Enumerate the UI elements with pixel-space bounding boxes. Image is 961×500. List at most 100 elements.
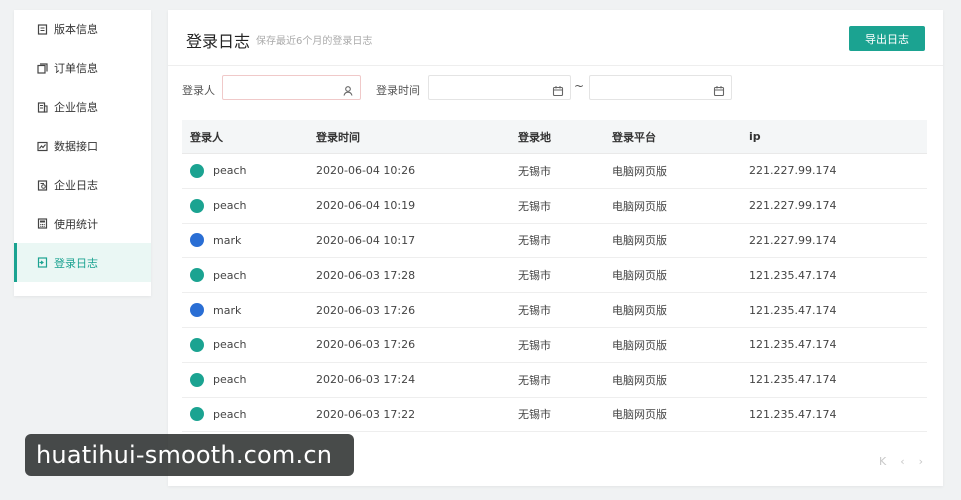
sidebar-item-label: 企业信息 bbox=[54, 101, 98, 115]
sidebar-item-label: 登录日志 bbox=[54, 256, 98, 270]
avatar bbox=[190, 163, 204, 178]
page-header: 登录日志 保存最近6个月的登录日志 导出日志 bbox=[168, 10, 943, 66]
row-ip: 121.235.47.174 bbox=[749, 407, 837, 421]
row-time: 2020-06-03 17:22 bbox=[316, 407, 416, 421]
row-ip: 221.227.99.174 bbox=[749, 199, 837, 213]
avatar bbox=[190, 233, 204, 248]
document-icon bbox=[37, 24, 48, 35]
row-user: mark bbox=[213, 233, 242, 247]
next-page-button[interactable]: › bbox=[919, 455, 923, 468]
row-location: 无锡市 bbox=[518, 234, 551, 248]
sidebar-item-usage-stats[interactable]: 使用统计 bbox=[14, 204, 151, 243]
sidebar-item-company-info[interactable]: 企业信息 bbox=[14, 88, 151, 127]
sidebar-item-company-log[interactable]: 企业日志 bbox=[14, 166, 151, 205]
table-header: 登录人 登录时间 登录地 登录平台 ip bbox=[182, 120, 927, 154]
user-icon bbox=[342, 82, 354, 96]
building-icon bbox=[37, 102, 48, 113]
row-ip: 221.227.99.174 bbox=[749, 233, 837, 247]
sidebar-item-label: 数据接口 bbox=[54, 140, 98, 154]
column-header-ip: ip bbox=[749, 130, 761, 143]
row-location: 无锡市 bbox=[518, 199, 551, 213]
avatar bbox=[190, 268, 204, 283]
row-user: peach bbox=[213, 373, 247, 387]
copy-icon bbox=[37, 63, 48, 74]
table-row: peach 2020-06-04 10:19 无锡市 电脑网页版 221.227… bbox=[182, 189, 927, 224]
row-location: 无锡市 bbox=[518, 408, 551, 422]
table-row: peach 2020-06-03 17:28 无锡市 电脑网页版 121.235… bbox=[182, 258, 927, 294]
avatar bbox=[190, 372, 204, 387]
row-location: 无锡市 bbox=[518, 164, 551, 178]
row-time: 2020-06-03 17:24 bbox=[316, 373, 416, 387]
sidebar-item-label: 版本信息 bbox=[54, 23, 98, 37]
row-location: 无锡市 bbox=[518, 304, 551, 318]
row-platform: 电脑网页版 bbox=[612, 234, 667, 248]
main-panel: 登录日志 保存最近6个月的登录日志 导出日志 登录人 登录时间 ~ 登录人 登录… bbox=[168, 10, 943, 486]
end-date-input[interactable] bbox=[589, 75, 732, 100]
table-row: peach 2020-06-03 17:24 无锡市 电脑网页版 121.235… bbox=[182, 363, 927, 398]
page-title: 登录日志 bbox=[186, 32, 251, 51]
log-icon bbox=[37, 179, 48, 191]
row-ip: 121.235.47.174 bbox=[749, 303, 837, 317]
row-ip: 221.227.99.174 bbox=[749, 164, 837, 178]
column-header-time: 登录时间 bbox=[316, 130, 360, 144]
row-time: 2020-06-04 10:26 bbox=[316, 164, 416, 178]
page-subtitle: 保存最近6个月的登录日志 bbox=[256, 36, 373, 47]
row-user: peach bbox=[213, 407, 247, 421]
sidebar-item-order-info[interactable]: 订单信息 bbox=[14, 49, 151, 88]
row-location: 无锡市 bbox=[518, 338, 551, 352]
table-row: mark 2020-06-04 10:17 无锡市 电脑网页版 221.227.… bbox=[182, 224, 927, 259]
row-user: peach bbox=[213, 268, 247, 282]
row-platform: 电脑网页版 bbox=[612, 408, 667, 422]
pagination: K ‹ › bbox=[879, 455, 923, 468]
calculator-icon bbox=[37, 218, 48, 229]
row-platform: 电脑网页版 bbox=[612, 373, 667, 387]
row-user: peach bbox=[213, 164, 247, 178]
row-platform: 电脑网页版 bbox=[612, 338, 667, 352]
row-time: 2020-06-04 10:17 bbox=[316, 233, 416, 247]
sidebar-item-label: 订单信息 bbox=[54, 62, 98, 76]
row-platform: 电脑网页版 bbox=[612, 199, 667, 213]
calendar-icon bbox=[552, 82, 564, 97]
sidebar: 版本信息 订单信息 企业信息 数据接口 企业日志 使用统计 登录日志 bbox=[14, 10, 151, 296]
avatar bbox=[190, 337, 204, 352]
table-row: peach 2020-06-03 17:22 无锡市 电脑网页版 121.235… bbox=[182, 398, 927, 433]
row-user: peach bbox=[213, 338, 247, 352]
export-log-button[interactable]: 导出日志 bbox=[849, 26, 925, 51]
table-row: peach 2020-06-04 10:26 无锡市 电脑网页版 221.227… bbox=[182, 154, 927, 189]
row-ip: 121.235.47.174 bbox=[749, 373, 837, 387]
row-user: peach bbox=[213, 199, 247, 213]
row-location: 无锡市 bbox=[518, 373, 551, 387]
row-time: 2020-06-03 17:26 bbox=[316, 338, 416, 352]
sidebar-item-label: 企业日志 bbox=[54, 179, 98, 192]
first-page-button[interactable]: K bbox=[879, 455, 886, 468]
table-row: peach 2020-06-03 17:26 无锡市 电脑网页版 121.235… bbox=[182, 328, 927, 363]
row-time: 2020-06-04 10:19 bbox=[316, 199, 416, 213]
date-range-separator: ~ bbox=[574, 79, 585, 93]
avatar bbox=[190, 198, 204, 213]
login-icon bbox=[37, 257, 48, 268]
avatar bbox=[190, 407, 204, 422]
row-time: 2020-06-03 17:28 bbox=[316, 268, 416, 282]
watermark: huatihui-smooth.com.cn bbox=[25, 434, 354, 476]
sidebar-item-version-info[interactable]: 版本信息 bbox=[14, 10, 151, 49]
column-header-platform: 登录平台 bbox=[612, 130, 656, 144]
time-filter-label: 登录时间 bbox=[376, 84, 420, 97]
row-ip: 121.235.47.174 bbox=[749, 338, 837, 352]
column-header-location: 登录地 bbox=[518, 130, 551, 144]
row-platform: 电脑网页版 bbox=[612, 269, 667, 283]
prev-page-button[interactable]: ‹ bbox=[900, 455, 904, 468]
row-ip: 121.235.47.174 bbox=[749, 268, 837, 282]
sidebar-item-login-log[interactable]: 登录日志 bbox=[14, 243, 151, 283]
table-row: mark 2020-06-03 17:26 无锡市 电脑网页版 121.235.… bbox=[182, 293, 927, 328]
row-platform: 电脑网页版 bbox=[612, 304, 667, 318]
start-date-input[interactable] bbox=[428, 75, 571, 100]
row-time: 2020-06-03 17:26 bbox=[316, 303, 416, 317]
sidebar-item-data-api[interactable]: 数据接口 bbox=[14, 127, 151, 166]
row-location: 无锡市 bbox=[518, 269, 551, 283]
user-filter-input[interactable] bbox=[222, 75, 361, 100]
avatar bbox=[190, 303, 204, 318]
login-log-table: 登录人 登录时间 登录地 登录平台 ip peach 2020-06-04 10… bbox=[182, 120, 927, 433]
user-filter-label: 登录人 bbox=[182, 84, 215, 97]
column-header-user: 登录人 bbox=[190, 130, 223, 144]
sidebar-item-label: 使用统计 bbox=[54, 217, 98, 231]
